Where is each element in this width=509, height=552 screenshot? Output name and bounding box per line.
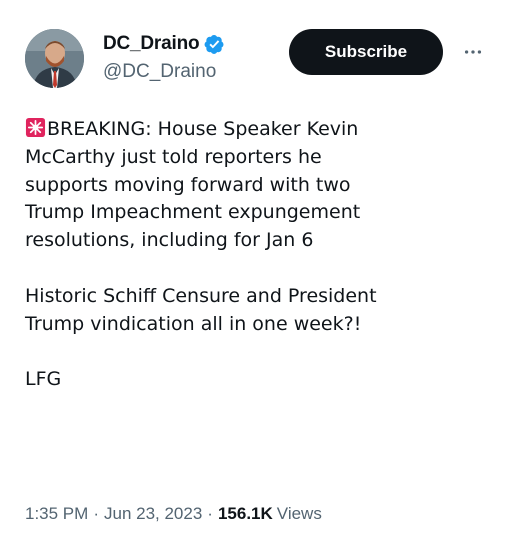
tweet-meta: 1:35 PM · Jun 23, 2023 · 156.1K Views [25,504,322,524]
tweet-line: Trump vindication all in one week?! [25,312,362,335]
tweet-line: BREAKING: House Speaker Kevin [47,118,359,140]
tweet: DC_Draino @DC_Draino Subscribe BREAKING:… [0,0,509,552]
views-label: Views [276,504,322,523]
author-handle[interactable]: @DC_Draino [103,61,225,83]
views-count: 156.1K [217,504,273,523]
subscribe-button[interactable]: Subscribe [289,29,443,75]
tweet-text: BREAKING: House Speaker Kevin McCarthy j… [25,116,485,394]
tweet-line: supports moving forward with two [25,173,351,196]
tweet-paragraph-2: Historic Schiff Censure and President Tr… [25,283,485,339]
tweet-header: DC_Draino @DC_Draino Subscribe [25,28,495,90]
siren-icon [25,117,46,138]
meta-separator: · [207,504,213,523]
avatar-image [25,29,84,88]
verified-badge-icon [204,34,225,55]
tweet-line: McCarthy just told reporters he [25,145,322,168]
tweet-paragraph-1: BREAKING: House Speaker Kevin McCarthy j… [25,116,485,255]
timestamp-date[interactable]: Jun 23, 2023 [104,504,202,524]
avatar[interactable] [25,29,84,88]
tweet-line: resolutions, including for Jan 6 [25,229,314,252]
more-dots-icon[interactable] [461,40,485,64]
author-names: DC_Draino @DC_Draino [103,31,225,83]
tweet-paragraph-3: LFG [25,368,62,391]
tweet-line: Trump Impeachment expungement [25,201,361,224]
tweet-line: Historic Schiff Censure and President [25,284,377,307]
display-name[interactable]: DC_Draino [103,33,200,55]
timestamp-time[interactable]: 1:35 PM [25,504,88,524]
display-name-row: DC_Draino [103,31,225,57]
meta-separator: · [93,504,99,523]
